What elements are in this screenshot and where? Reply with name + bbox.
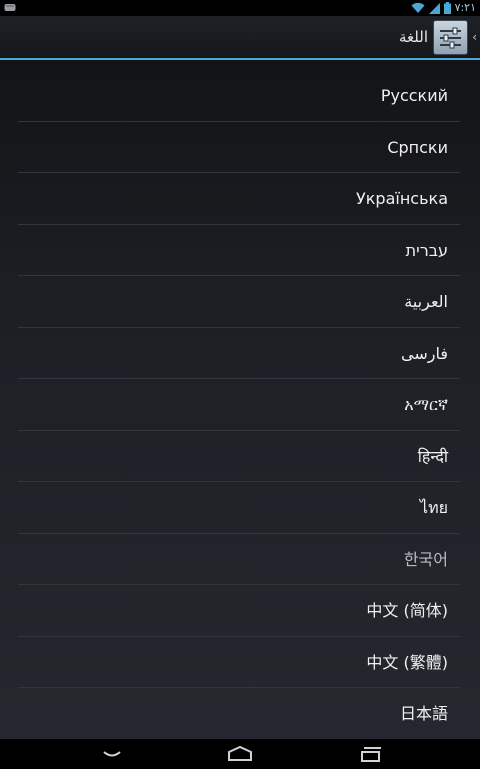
settings-app-icon[interactable] [433,20,468,55]
language-item-hebrew[interactable]: עברית [18,225,460,276]
language-item-persian[interactable]: فارسی [18,328,460,379]
language-item-serbian[interactable]: Српски [18,122,460,173]
action-bar: ‹ اللغة [0,16,480,60]
language-item-arabic[interactable]: العربية [18,276,460,328]
language-item-chinese-simplified[interactable]: 中文 (简体) [18,585,460,637]
page-title: اللغة [399,28,428,46]
battery-icon [443,2,451,14]
language-item-hindi[interactable]: हिन्दी [18,431,460,482]
language-item-russian[interactable]: Русский [18,70,460,122]
recents-icon[interactable] [350,743,390,765]
wifi-icon [411,2,425,14]
up-chevron-icon[interactable]: ‹ [472,31,477,43]
status-time: ٧:٢١ [454,1,476,14]
screen: ٧:٢١ ‹ اللغة Русский Српски Українська ע… [0,0,480,769]
language-item-thai[interactable]: ไทย [18,482,460,534]
language-item-amharic[interactable]: አማርኛ [18,379,460,431]
sliders-glyph-icon [440,27,461,49]
language-item-chinese-traditional[interactable]: 中文 (繁體) [18,637,460,688]
notification-icon [4,4,16,11]
language-item-korean[interactable]: 한국어 [18,534,460,585]
language-item-japanese[interactable]: 日本語 [18,688,460,740]
language-list: Русский Српски Українська עברית العربية … [18,70,460,740]
back-icon[interactable] [92,743,132,765]
status-right: ٧:٢١ [411,0,476,16]
home-icon[interactable] [220,743,260,765]
status-bar: ٧:٢١ [0,0,480,16]
language-item-ukrainian[interactable]: Українська [18,173,460,225]
nav-bar [0,739,480,769]
signal-icon [428,3,440,14]
